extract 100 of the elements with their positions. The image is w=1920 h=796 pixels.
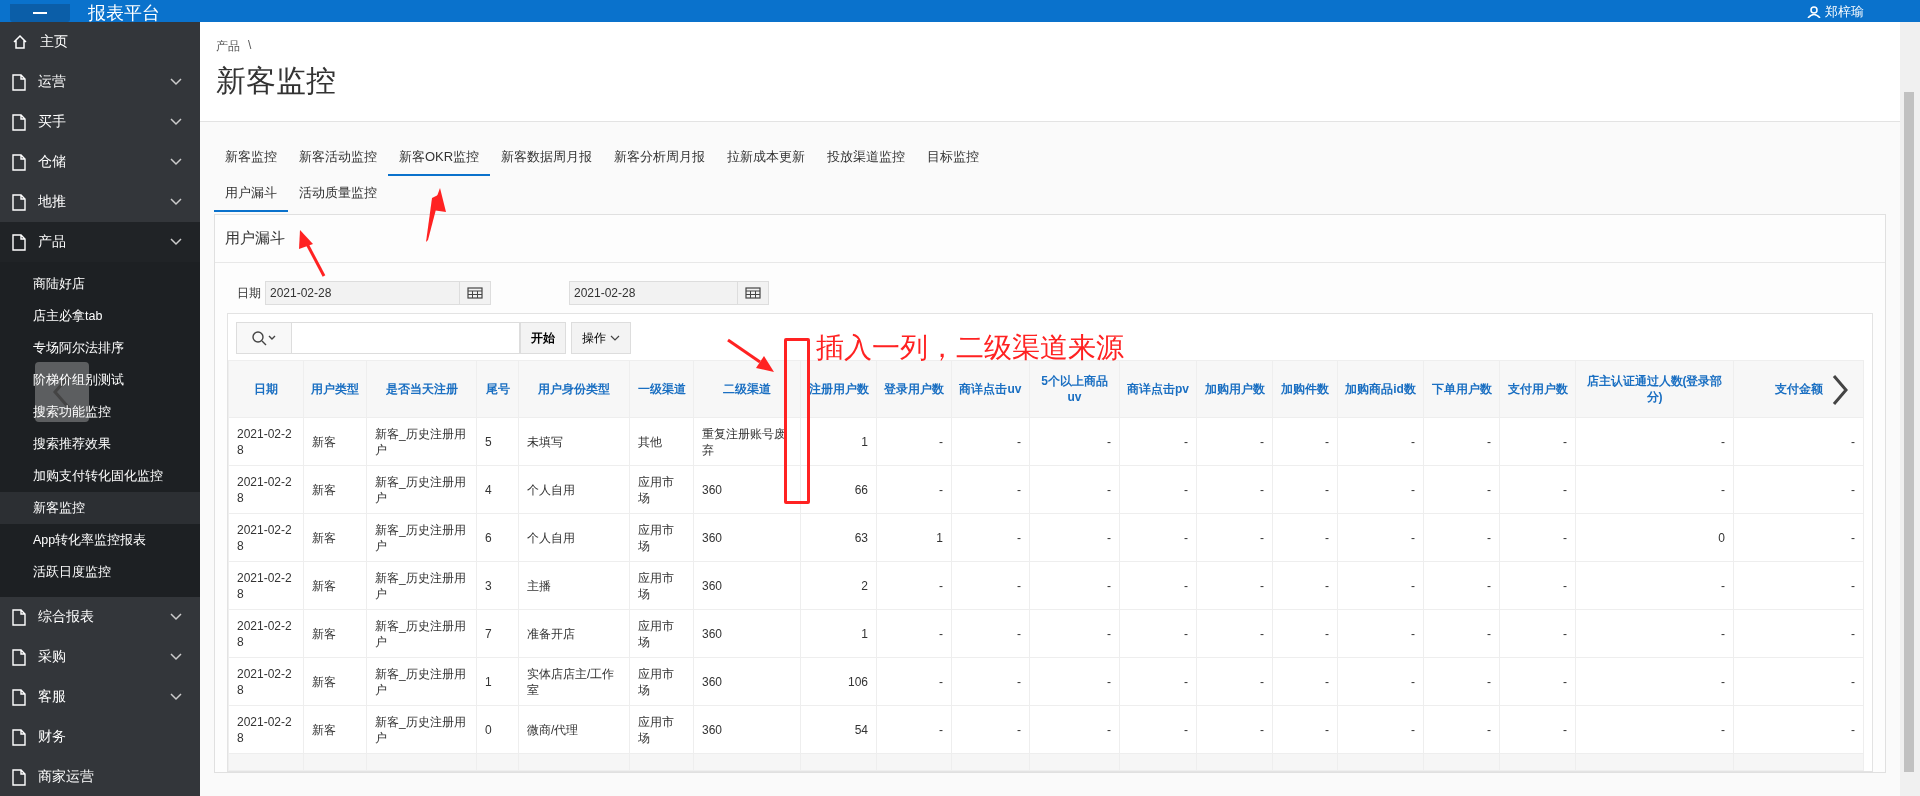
sidebar-item[interactable]: 客服 bbox=[0, 677, 200, 717]
column-header[interactable]: 支付用户数 bbox=[1499, 360, 1576, 418]
sidebar-item[interactable]: 采购 bbox=[0, 637, 200, 677]
table-cell: - bbox=[1487, 674, 1491, 689]
sidebar-item[interactable]: 产品 bbox=[0, 222, 200, 262]
column-header[interactable]: 商详点击uv bbox=[951, 360, 1030, 418]
column-header[interactable]: 一级渠道 bbox=[629, 360, 694, 418]
page-title: 新客监控 bbox=[216, 63, 337, 99]
tab[interactable]: 拉新成本更新 bbox=[716, 140, 817, 176]
tab[interactable]: 投放渠道监控 bbox=[816, 140, 917, 176]
column-header[interactable]: 用户身份类型 bbox=[518, 360, 630, 418]
menu-button[interactable] bbox=[10, 4, 70, 22]
sidebar-subitem[interactable]: 搜索推荐效果 bbox=[0, 428, 200, 460]
tab[interactable]: 用户漏斗 bbox=[214, 176, 288, 212]
table-cell: - bbox=[1017, 674, 1021, 689]
column-header[interactable]: 加购用户数 bbox=[1196, 360, 1273, 418]
document-icon bbox=[12, 608, 26, 626]
tab[interactable]: 目标监控 bbox=[916, 140, 991, 176]
sidebar-item[interactable]: 商家运营 bbox=[0, 757, 200, 796]
sidebar-item[interactable]: 综合报表 bbox=[0, 597, 200, 637]
table-cell: - bbox=[1411, 626, 1415, 641]
tab[interactable]: 新客分析周月报 bbox=[603, 140, 717, 176]
column-header[interactable]: 下单用户数 bbox=[1423, 360, 1500, 418]
table-cell: 2 bbox=[861, 578, 868, 593]
sidebar-item[interactable]: 财务 bbox=[0, 717, 200, 757]
column-header[interactable]: 二级渠道 bbox=[693, 360, 801, 418]
go-button[interactable]: 开始 bbox=[520, 322, 566, 354]
table-cell: - bbox=[1411, 482, 1415, 497]
date-field[interactable]: 2021-02-28 bbox=[569, 281, 769, 305]
table-cell: 0 bbox=[1718, 530, 1725, 545]
table-cell: - bbox=[1184, 530, 1188, 545]
table-cell: 5 bbox=[485, 434, 492, 449]
column-header[interactable]: 是否当天注册 bbox=[366, 360, 477, 418]
user-menu[interactable]: 郑梓瑜 bbox=[1801, 2, 1870, 22]
date-label: 日期 bbox=[237, 284, 261, 302]
table-cell: 准备开店 bbox=[527, 626, 575, 641]
sidebar-item[interactable]: 地推 bbox=[0, 182, 200, 222]
sidebar-subitem[interactable]: 新客监控 bbox=[0, 492, 200, 524]
tab[interactable]: 新客数据周月报 bbox=[490, 140, 604, 176]
column-header[interactable]: 用户类型 bbox=[303, 360, 367, 418]
sidebar-item[interactable]: 仓储 bbox=[0, 142, 200, 182]
sidebar-subitem[interactable]: 店主必拿tab bbox=[0, 300, 200, 332]
table-cell: 未填写 bbox=[527, 434, 563, 449]
table-cell: 应用市场 bbox=[638, 570, 674, 601]
tab[interactable]: 活动质量监控 bbox=[288, 176, 388, 212]
table-cell: 新客_历史注册用户 bbox=[375, 714, 466, 745]
sidebar-subitem[interactable]: 加购支付转化固化监控 bbox=[0, 460, 200, 492]
sidebar-subitem[interactable]: 阶梯价组别测试 bbox=[0, 364, 200, 396]
table-cell: 3 bbox=[485, 578, 492, 593]
column-header[interactable]: 尾号 bbox=[476, 360, 519, 418]
column-header[interactable]: 登录用户数 bbox=[876, 360, 952, 418]
sidebar-subitem[interactable]: 搜索功能监控 bbox=[0, 396, 200, 428]
column-header[interactable]: 加购商品id数 bbox=[1337, 360, 1424, 418]
scrollbar[interactable] bbox=[1900, 22, 1920, 796]
column-header[interactable]: 商详点击pv bbox=[1119, 360, 1197, 418]
table-cell: - bbox=[1851, 626, 1855, 641]
table-cell: 新客 bbox=[312, 578, 336, 593]
table-cell: 54 bbox=[854, 722, 868, 737]
table-cell: - bbox=[939, 578, 943, 593]
table-cell: - bbox=[1563, 722, 1567, 737]
column-header[interactable]: 5个以上商品uv bbox=[1029, 360, 1120, 418]
sidebar-subitem[interactable]: 商陆好店 bbox=[0, 268, 200, 300]
table-cell: 实体店店主/工作室 bbox=[527, 666, 615, 697]
actions-button[interactable]: 操作 bbox=[571, 322, 631, 354]
column-header[interactable]: 支付金额 bbox=[1733, 360, 1864, 418]
table-cell: - bbox=[1487, 434, 1491, 449]
sidebar-item[interactable]: 买手 bbox=[0, 102, 200, 142]
table-cell: 新客_历史注册用户 bbox=[375, 618, 466, 649]
table-cell: 新客 bbox=[312, 482, 336, 497]
column-header[interactable]: 注册用户数 bbox=[800, 360, 877, 418]
search-column-button[interactable] bbox=[236, 322, 292, 354]
table-cell: - bbox=[1260, 482, 1264, 497]
column-header[interactable]: 店主认证通过人数(登录部分) bbox=[1575, 360, 1734, 418]
breadcrumb-link[interactable]: 产品 bbox=[216, 38, 240, 55]
document-icon bbox=[12, 768, 26, 786]
table-cell: - bbox=[1721, 578, 1725, 593]
tab[interactable]: 新客监控 bbox=[214, 140, 288, 176]
tab[interactable]: 新客活动监控 bbox=[288, 140, 388, 176]
column-header[interactable]: 日期 bbox=[228, 360, 304, 418]
sidebar-subitem[interactable]: 专场阿尔法排序 bbox=[0, 332, 200, 364]
search-field[interactable] bbox=[292, 322, 520, 354]
chevron-right-icon bbox=[1831, 374, 1849, 406]
table-cell: - bbox=[1851, 722, 1855, 737]
table-cell: 360 bbox=[702, 482, 723, 497]
table-cell: - bbox=[1107, 578, 1111, 593]
sidebar-subitem[interactable]: App转化率监控报表 bbox=[0, 524, 200, 556]
sidebar-item[interactable]: 运营 bbox=[0, 62, 200, 102]
date-field[interactable]: 2021-02-28 bbox=[265, 281, 491, 305]
tab[interactable]: 新客OKR监控 bbox=[388, 140, 491, 176]
table-cell: - bbox=[1184, 626, 1188, 641]
table-cell: 360 bbox=[702, 578, 723, 593]
sidebar-item[interactable]: 主页 bbox=[0, 22, 200, 62]
table-cell: - bbox=[1107, 722, 1111, 737]
column-header[interactable]: 加购件数 bbox=[1272, 360, 1338, 418]
table-cell: 新客_历史注册用户 bbox=[375, 522, 466, 553]
table-cell: 2021-02-28 bbox=[237, 522, 292, 553]
table-cell: 106 bbox=[847, 674, 868, 689]
table-cell: - bbox=[1017, 434, 1021, 449]
sidebar-subitem[interactable]: 活跃日度监控 bbox=[0, 556, 200, 588]
table-cell: 主播 bbox=[527, 578, 551, 593]
